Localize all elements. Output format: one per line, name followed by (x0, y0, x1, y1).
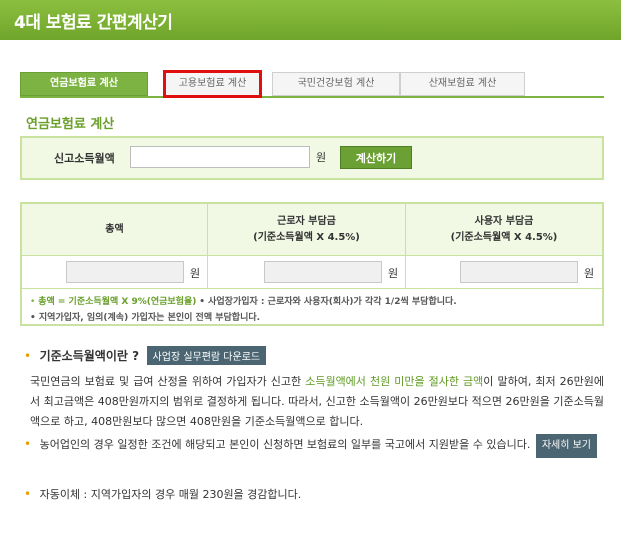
app-header: 4대 보험료 간편계산기 (0, 0, 621, 40)
employer-header-title: 사용자 부담금 (474, 215, 534, 227)
bullet-icon: • (24, 349, 32, 363)
tabs-divider (20, 96, 604, 98)
income-input-panel: 신고소득월액 원 계산하기 (20, 136, 604, 180)
calculator-tabs: 연금보험료 계산 고용보험료 계산 국민건강보험 계산 산재보험료 계산 (20, 70, 525, 98)
auto-transfer-text: 자동이체 : 지역가입자의 경우 매월 230원을 경감합니다. (39, 488, 302, 501)
income-label: 신고소득월액 (54, 152, 115, 165)
employee-output (264, 261, 382, 283)
page-title: 4대 보험료 간편계산기 (14, 13, 173, 33)
note-total-formula: 총액 = 기준소득월액 X 9%(연금보험율) (38, 297, 197, 307)
employer-unit: 원 (584, 267, 595, 280)
income-input[interactable] (130, 146, 310, 168)
auto-transfer-item: • 자동이체 : 지역가입자의 경우 매월 230원을 경감합니다. (24, 486, 604, 502)
employee-unit: 원 (388, 267, 399, 280)
tab-pension[interactable]: 연금보험료 계산 (20, 72, 148, 96)
tab-employment-insurance[interactable]: 고용보험료 계산 (163, 70, 262, 98)
total-unit: 원 (190, 267, 201, 280)
farmer-support-item: • 농어업인의 경우 일정한 조건에 해당되고 본인이 신청하면 보험료의 일부… (24, 434, 604, 458)
total-header-title: 총액 (105, 223, 124, 235)
section-title: 연금보험료 계산 (26, 117, 115, 132)
view-details-button[interactable]: 자세히 보기 (535, 434, 597, 458)
employer-header-sub: (기준소득월액 X 4.5%) (450, 231, 558, 243)
calculate-button[interactable]: 계산하기 (340, 146, 412, 169)
employee-header: 근로자 부담금 (기준소득월액 X 4.5%) (208, 204, 406, 256)
note-workplace: • 사업장가입자 : 근로자와 사용자(회사)가 각각 1/2씩 부담합니다. (199, 297, 457, 307)
tab-industrial-accident[interactable]: 산재보험료 계산 (400, 72, 525, 96)
download-manual-button[interactable]: 사업장 실무편람 다운로드 (146, 346, 267, 365)
employer-output (460, 261, 578, 283)
definition-paragraph: 국민연금의 보험료 및 급여 산정을 위하여 가입자가 신고한 소득월액에서 천… (30, 372, 604, 432)
total-output (66, 261, 184, 283)
farmer-support-text: 농어업인의 경우 일정한 조건에 해당되고 본인이 신청하면 보험료의 일부를 … (39, 438, 531, 451)
total-cell: 원 (22, 256, 208, 289)
employee-cell: 원 (208, 256, 406, 289)
definition-heading: • 기준소득월액이란 ? 사업장 실무편람 다운로드 (24, 346, 604, 365)
bullet-icon: • (24, 487, 32, 501)
result-table: 총액 근로자 부담금 (기준소득월액 X 4.5%) 사용자 부담금 (기준소득… (20, 202, 604, 326)
result-notes: • 총액 = 기준소득월액 X 9%(연금보험율) • 사업장가입자 : 근로자… (30, 294, 457, 326)
employee-header-sub: (기준소득월액 X 4.5%) (253, 231, 360, 243)
definition-text-1: 국민연금의 보험료 및 급여 산정을 위하여 가입자가 신고한 (30, 375, 306, 388)
definition-title: 기준소득월액이란 ? (39, 349, 140, 363)
employer-header: 사용자 부담금 (기준소득월액 X 4.5%) (406, 204, 602, 256)
note-line-1: • 총액 = 기준소득월액 X 9%(연금보험율) • 사업장가입자 : 근로자… (30, 294, 457, 310)
income-unit: 원 (316, 151, 327, 164)
tab-health-insurance[interactable]: 국민건강보험 계산 (272, 72, 400, 96)
employer-cell: 원 (406, 256, 602, 289)
total-header: 총액 (22, 204, 208, 256)
definition-highlight: 소득월액에서 천원 미만을 절사한 금액 (305, 375, 484, 388)
note-bullet: • (30, 297, 36, 307)
employee-header-title: 근로자 부담금 (277, 215, 336, 227)
note-regional: • 지역가입자, 임의(계속) 가입자는 본인이 전액 부담합니다. (30, 313, 261, 323)
bullet-icon: • (24, 437, 32, 451)
